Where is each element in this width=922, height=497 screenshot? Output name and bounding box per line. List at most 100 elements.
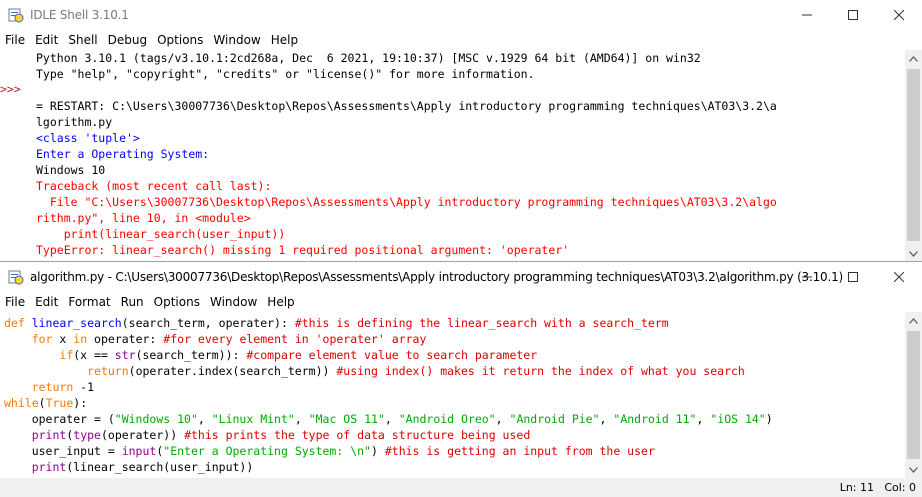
column-number-indicator: Col: 0 (884, 481, 916, 494)
code-line: print(type(operater)) #this prints the t… (4, 427, 773, 443)
menu-options[interactable]: Options (152, 33, 208, 47)
menu-edit[interactable]: Edit (30, 295, 63, 309)
editor-text-area[interactable]: def linear_search(search_term, operater)… (0, 312, 904, 478)
menu-debug[interactable]: Debug (103, 33, 152, 47)
code-token: (operater)) (100, 428, 185, 442)
menu-run[interactable]: Run (116, 295, 149, 309)
close-button[interactable] (876, 262, 922, 292)
menu-options[interactable]: Options (149, 295, 205, 309)
shell-window-title: IDLE Shell 3.10.1 (30, 8, 129, 22)
code-token: (search_term, operater): (121, 316, 295, 330)
code-token: #using index() makes it return the index… (336, 364, 745, 378)
code-token: -1 (80, 380, 95, 394)
code-token: #for every element in 'operater' array (163, 332, 427, 346)
shell-line: Enter a Operating System: (36, 147, 210, 161)
code-line: print(linear_search(user_input)) (4, 459, 773, 475)
code-token: (operater.index(search_term)) (128, 364, 337, 378)
code-token: (x == (73, 348, 115, 362)
scroll-up-arrow[interactable] (905, 50, 922, 67)
shell-line: Traceback (most recent call last): (36, 179, 272, 193)
editor-window: algorithm.py - C:\Users\30007736\Desktop… (0, 262, 922, 497)
editor-status-bar: Ln: 11 Col: 0 (0, 478, 922, 497)
maximize-button[interactable] (830, 0, 876, 30)
editor-title-bar[interactable]: algorithm.py - C:\Users\30007736\Desktop… (0, 262, 922, 292)
close-button[interactable] (876, 0, 922, 30)
code-token: print (31, 428, 67, 442)
maximize-button[interactable] (830, 262, 876, 292)
shell-text-area[interactable]: >>> Python 3.10.1 (tags/v3.10.1:2cd268a,… (0, 50, 904, 262)
code-token: operater = ( (4, 412, 115, 426)
code-token: for (31, 332, 60, 346)
menu-file[interactable]: File (0, 295, 30, 309)
code-token: def (4, 316, 32, 330)
chevron-down-icon (909, 250, 918, 257)
minimize-button[interactable] (784, 262, 830, 292)
shell-output: Python 3.10.1 (tags/v3.10.1:2cd268a, Dec… (36, 50, 777, 258)
code-token: ( (38, 396, 46, 410)
shell-line: File "C:\Users\30007736\Desktop\Repos\As… (36, 195, 777, 209)
menu-window[interactable]: Window (205, 295, 262, 309)
code-token: type (73, 428, 101, 442)
code-token: ) (765, 412, 773, 426)
idle-app-icon (8, 8, 24, 23)
code-token: user_input = (4, 444, 122, 458)
minimize-icon (802, 276, 812, 278)
line-number-indicator: Ln: 11 (839, 481, 874, 494)
shell-title-bar[interactable]: IDLE Shell 3.10.1 (0, 0, 922, 30)
code-token: str (114, 348, 136, 362)
code-token: "Android 11" (613, 412, 697, 426)
shell-scroll-thumb[interactable] (907, 69, 920, 241)
code-line: return -1 (4, 379, 773, 395)
menu-window[interactable]: Window (208, 33, 265, 47)
close-icon (894, 10, 904, 20)
scroll-up-arrow[interactable] (905, 312, 922, 329)
code-line: user_input = input("Enter a Operating Sy… (4, 443, 773, 459)
scroll-down-arrow[interactable] (905, 461, 922, 478)
code-token: "Mac OS 11" (308, 412, 385, 426)
code-token: True (45, 396, 74, 410)
code-token: in (73, 332, 95, 346)
shell-line: print(linear_search(user_input)) (36, 227, 286, 241)
menu-shell[interactable]: Shell (63, 33, 102, 47)
shell-line: TypeError: linear_search() missing 1 req… (36, 243, 570, 257)
minimize-button[interactable] (784, 0, 830, 30)
editor-scroll-thumb[interactable] (907, 331, 920, 459)
code-token: #compare element value to search paramet… (246, 348, 538, 362)
code-token: input (121, 444, 157, 458)
shell-prompt-gutter: >>> (0, 82, 30, 96)
menu-file[interactable]: File (0, 33, 30, 47)
shell-vertical-scrollbar[interactable] (905, 50, 922, 262)
shell-line: = RESTART: C:\Users\30007736\Desktop\Rep… (36, 99, 777, 113)
code-line: for x in operater: #for every element in… (4, 331, 773, 347)
code-token: , (294, 412, 309, 426)
code-token: ): (73, 396, 88, 410)
code-token: , (599, 412, 614, 426)
code-line: operater = ("Windows 10", "Linux Mint", … (4, 411, 773, 427)
shell-line: rithm.py", line 10, in <module> (36, 211, 251, 225)
code-line: if(x == str(search_term)): #compare elem… (4, 347, 773, 363)
chevron-up-icon (909, 317, 918, 324)
code-token: , (384, 412, 399, 426)
python-file-icon (8, 270, 24, 285)
source-code: def linear_search(search_term, operater)… (4, 315, 773, 475)
maximize-icon (848, 10, 858, 20)
code-line: while(True): (4, 395, 773, 411)
code-token: return (87, 364, 129, 378)
code-token: x (59, 332, 74, 346)
code-token: return (31, 380, 81, 394)
code-token: , (495, 412, 510, 426)
editor-vertical-scrollbar[interactable] (905, 312, 922, 478)
editor-window-title: algorithm.py - C:\Users\30007736\Desktop… (30, 270, 844, 284)
shell-menu-bar: File Edit Shell Debug Options Window Hel… (0, 30, 922, 50)
shell-line: lgorithm.py (36, 115, 113, 129)
menu-help[interactable]: Help (262, 295, 299, 309)
scroll-down-arrow[interactable] (905, 245, 922, 262)
menu-help[interactable]: Help (266, 33, 303, 47)
menu-format[interactable]: Format (63, 295, 115, 309)
menu-edit[interactable]: Edit (30, 33, 63, 47)
shell-line: Python 3.10.1 (tags/v3.10.1:2cd268a, Dec… (36, 51, 701, 65)
chevron-up-icon (909, 55, 918, 62)
